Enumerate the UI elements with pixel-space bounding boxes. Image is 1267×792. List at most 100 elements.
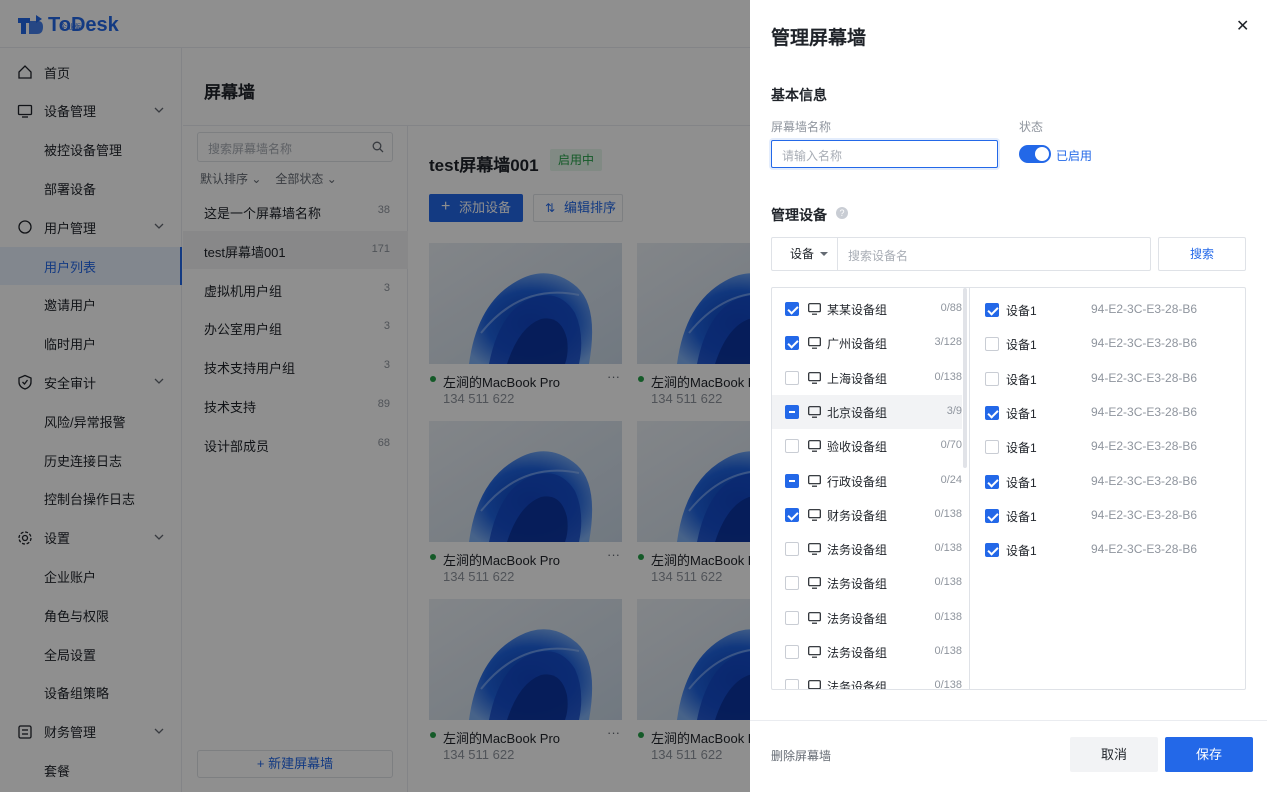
group-checkbox[interactable] xyxy=(785,370,799,385)
device-group-row[interactable]: 法务设备组 0/138 xyxy=(772,601,962,635)
group-count: 0/138 xyxy=(934,507,962,520)
group-checkbox[interactable] xyxy=(785,507,799,522)
group-checkbox[interactable] xyxy=(785,473,799,488)
device-group-row[interactable]: 法务设备组 0/138 xyxy=(772,566,962,600)
delete-wall-link[interactable]: 删除屏幕墙 xyxy=(771,747,831,764)
search-type-dropdown[interactable]: 设备 xyxy=(772,238,838,270)
device-row[interactable]: 设备1 94-E2-3C-E3-28-B6 xyxy=(971,396,1245,430)
wall-name-input[interactable]: 请输入名称 xyxy=(771,140,998,168)
group-count: 0/88 xyxy=(940,302,962,314)
device-mac: 94-E2-3C-E3-28-B6 xyxy=(1091,507,1198,522)
device-row[interactable]: 设备1 94-E2-3C-E3-28-B6 xyxy=(971,293,1245,327)
group-count: 0/138 xyxy=(934,576,962,589)
group-checkbox[interactable] xyxy=(785,645,799,659)
wall-name-label: 屏幕墙名称 xyxy=(771,120,832,134)
device-checkbox[interactable] xyxy=(985,303,999,317)
manage-devices-heading: 管理设备 xyxy=(771,207,827,223)
device-search-input[interactable]: 搜索设备名 xyxy=(848,247,908,264)
group-count: 0/138 xyxy=(934,645,962,657)
device-selector: 某某设备组 0/88 广州设备组 3/128 上海设备组 0/138 北京设备组 3/9 验收设… xyxy=(771,287,1246,690)
device-group-row[interactable]: 广州设备组 3/128 xyxy=(772,326,962,360)
device-checkbox[interactable] xyxy=(985,508,999,523)
group-name: 北京设备组 xyxy=(827,405,888,420)
group-list: 某某设备组 0/88 广州设备组 3/128 上海设备组 0/138 北京设备组 3/9 验收设… xyxy=(772,288,970,689)
wall-name-placeholder: 请输入名称 xyxy=(782,149,843,163)
device-row[interactable]: 设备1 94-E2-3C-E3-28-B6 xyxy=(971,533,1245,567)
group-checkbox[interactable] xyxy=(785,679,799,689)
device-group-row[interactable]: 行政设备组 0/24 xyxy=(772,464,962,498)
group-count: 0/70 xyxy=(940,439,962,452)
monitor-icon xyxy=(808,680,821,689)
group-count: 0/138 xyxy=(934,610,962,623)
monitor-icon xyxy=(808,646,821,661)
device-name: 设备1 xyxy=(1006,441,1037,456)
device-group-row[interactable]: 验收设备组 0/70 xyxy=(772,429,962,463)
device-mac: 94-E2-3C-E3-28-B6 xyxy=(1091,370,1198,385)
device-mac: 94-E2-3C-E3-28-B6 xyxy=(1091,336,1198,351)
group-name: 上海设备组 xyxy=(827,371,888,386)
device-mac: 94-E2-3C-E3-28-B6 xyxy=(1091,439,1198,454)
modal-overlay[interactable] xyxy=(0,0,750,792)
device-search-box: 设备 搜索设备名 xyxy=(771,237,1151,271)
device-group-row[interactable]: 上海设备组 0/138 xyxy=(772,361,962,395)
group-count: 0/138 xyxy=(934,542,962,555)
group-count: 0/138 xyxy=(934,370,962,383)
group-checkbox[interactable] xyxy=(785,302,799,316)
group-name: 验收设备组 xyxy=(827,440,888,455)
app-root: ToDesk 企业版 首页 设备管理 被控设备管理 部署设备 用户管理 用户列表 邀请用户临… xyxy=(0,0,1267,792)
group-name: 法务设备组 xyxy=(827,680,888,689)
close-icon[interactable]: ✕ xyxy=(1236,16,1249,36)
device-group-row[interactable]: 某某设备组 0/88 xyxy=(772,292,962,326)
device-checkbox[interactable] xyxy=(985,474,999,489)
device-name: 设备1 xyxy=(1006,509,1037,524)
help-icon[interactable]: ? xyxy=(836,207,848,219)
monitor-icon xyxy=(808,337,821,352)
group-name: 法务设备组 xyxy=(827,611,888,626)
group-checkbox[interactable] xyxy=(785,576,799,591)
device-name: 设备1 xyxy=(1006,304,1037,318)
group-name: 行政设备组 xyxy=(827,474,888,489)
device-group-row[interactable]: 法务设备组 0/138 xyxy=(772,635,962,669)
group-checkbox[interactable] xyxy=(785,610,799,625)
monitor-icon xyxy=(808,611,821,627)
monitor-icon xyxy=(808,440,821,455)
group-name: 广州设备组 xyxy=(827,337,888,352)
device-row[interactable]: 设备1 94-E2-3C-E3-28-B6 xyxy=(971,327,1245,361)
group-checkbox[interactable] xyxy=(785,404,799,419)
device-group-row[interactable]: 法务设备组 0/138 xyxy=(772,532,962,566)
device-mac: 94-E2-3C-E3-28-B6 xyxy=(1091,542,1198,557)
device-group-row[interactable]: 北京设备组 3/9 xyxy=(772,394,962,429)
group-checkbox[interactable] xyxy=(785,542,799,557)
device-checkbox[interactable] xyxy=(985,543,999,558)
device-checkbox[interactable] xyxy=(985,440,999,455)
group-checkbox[interactable] xyxy=(785,336,799,351)
device-row[interactable]: 设备1 94-E2-3C-E3-28-B6 xyxy=(971,465,1245,499)
device-checkbox[interactable] xyxy=(985,337,999,352)
device-name: 设备1 xyxy=(1006,338,1037,353)
monitor-icon xyxy=(808,405,821,421)
search-button[interactable]: 搜索 xyxy=(1158,237,1246,271)
monitor-icon xyxy=(808,508,821,524)
device-group-row[interactable]: 法务设备组 0/138 xyxy=(772,669,962,689)
save-button[interactable]: 保存 xyxy=(1165,737,1253,772)
device-row[interactable]: 设备1 94-E2-3C-E3-28-B6 xyxy=(971,430,1245,464)
device-row[interactable]: 设备1 94-E2-3C-E3-28-B6 xyxy=(971,362,1245,396)
device-name: 设备1 xyxy=(1006,406,1037,421)
group-name: 法务设备组 xyxy=(827,543,888,558)
status-label: 状态 xyxy=(1019,120,1044,134)
scrollbar[interactable] xyxy=(963,288,967,468)
cancel-button[interactable]: 取消 xyxy=(1070,737,1158,772)
device-name: 设备1 xyxy=(1006,475,1037,490)
device-checkbox[interactable] xyxy=(985,371,999,386)
device-checkbox[interactable] xyxy=(985,405,999,420)
drawer-footer: 删除屏幕墙 取消 保存 xyxy=(750,720,1267,792)
group-name: 财务设备组 xyxy=(827,508,888,523)
status-toggle[interactable] xyxy=(1019,145,1051,163)
group-count: 3/9 xyxy=(946,404,962,417)
device-mac: 94-E2-3C-E3-28-B6 xyxy=(1091,302,1198,316)
group-checkbox[interactable] xyxy=(785,439,799,454)
device-row[interactable]: 设备1 94-E2-3C-E3-28-B6 xyxy=(971,499,1245,533)
monitor-icon xyxy=(808,543,821,558)
device-group-row[interactable]: 财务设备组 0/138 xyxy=(772,498,962,532)
device-name: 设备1 xyxy=(1006,544,1037,559)
